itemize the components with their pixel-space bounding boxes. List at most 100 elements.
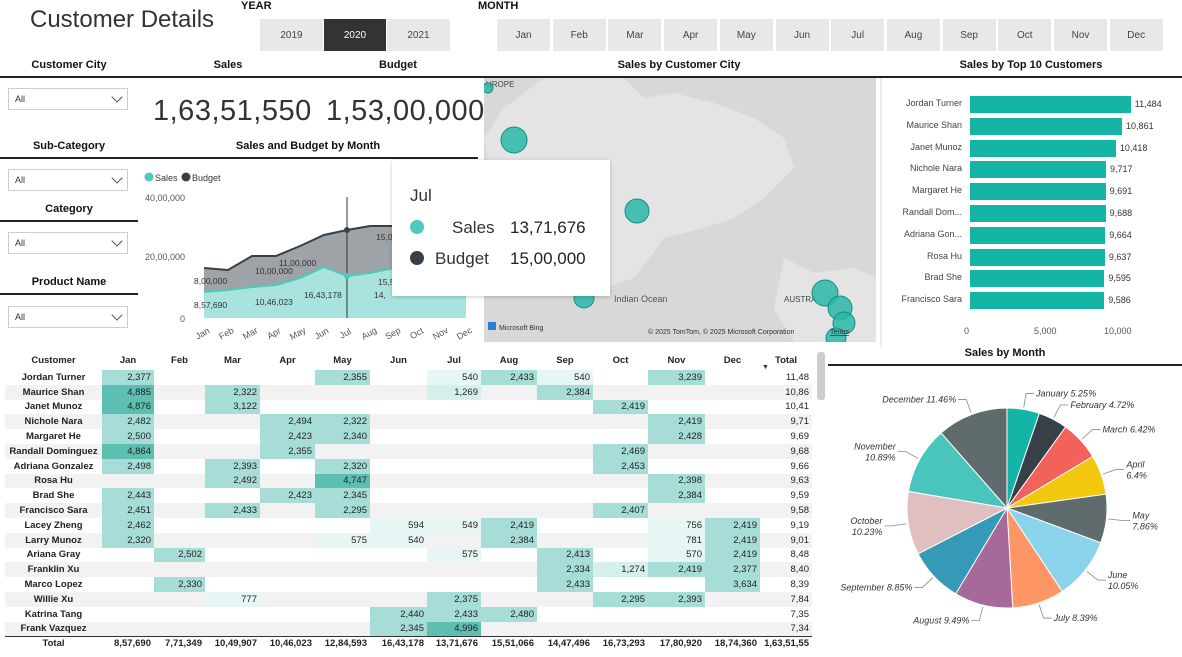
value-cell	[205, 370, 260, 385]
sales-by-month-pie[interactable]: January 5.25%February 4.72% March 6.42% Ap…	[828, 368, 1182, 655]
value-cell	[427, 488, 481, 503]
table-row[interactable]: Franklin Xu 2,334 1,274 2,419 2,377 8,40	[5, 562, 812, 578]
bar[interactable]	[970, 248, 1105, 266]
top10-bar-chart[interactable]: Jordan Turner 11,484 Maurice Shan 10,861 Jan…	[884, 96, 1182, 346]
year-2021-button[interactable]: 2021	[387, 19, 450, 51]
value-cell: 2,482	[102, 414, 154, 430]
value-cell	[260, 548, 315, 563]
table-row[interactable]: Larry Munoz 2,320 575 540 2,384 781 2,419 9,01	[5, 532, 812, 548]
table-row[interactable]: Jordan Turner 2,377 2,355 540 2,433 540 3,239 1…	[5, 370, 812, 385]
table-row[interactable]: Willie Xu 777 2,375 2,295 2,393 7,84	[5, 591, 812, 607]
bing-logo	[488, 322, 496, 330]
column-header[interactable]: Feb	[154, 350, 205, 370]
bar[interactable]	[970, 205, 1106, 222]
column-header[interactable]: Oct	[593, 350, 648, 370]
column-header[interactable]: Aug	[481, 350, 537, 370]
bar[interactable]	[970, 96, 1131, 113]
subcategory-dropdown[interactable]: All	[8, 169, 128, 191]
bar-category-label: Francisco Sara	[901, 294, 962, 305]
value-cell	[593, 370, 648, 385]
value-cell	[154, 488, 205, 503]
value-cell	[260, 370, 315, 385]
value-cell	[370, 459, 427, 474]
month-jan-button[interactable]: Jan	[497, 19, 550, 51]
table-row[interactable]: Marco Lopez 2,330 2,433 3,634 8,39	[5, 577, 812, 592]
month-sep-button[interactable]: Sep	[942, 19, 996, 51]
value-cell: 3,122	[205, 399, 260, 415]
table-row[interactable]: Katrina Tang 2,440 2,433 2,480 7,35	[5, 606, 812, 622]
value-cell	[370, 429, 427, 444]
year-2019-button[interactable]: 2019	[260, 19, 323, 51]
value-cell: 540	[427, 370, 481, 385]
value-cell	[315, 621, 370, 637]
table-row[interactable]: Frank Vazquez 2,345 4,996 7,34	[5, 621, 812, 637]
month-aug-button[interactable]: Aug	[886, 19, 940, 51]
bar[interactable]	[970, 183, 1106, 201]
value-cell	[154, 370, 205, 385]
column-header[interactable]: Nov	[648, 350, 705, 370]
ytick-label: 40,00,000	[145, 193, 185, 203]
value-cell	[593, 473, 648, 489]
column-header[interactable]: Mar	[205, 350, 260, 370]
city-dropdown[interactable]: All	[8, 88, 128, 110]
month-oct-button[interactable]: Oct	[998, 19, 1052, 51]
year-2020-button[interactable]: 2020	[324, 19, 386, 51]
table-row[interactable]: Francisco Sara 2,451 2,433 2,295 2,407 9,58	[5, 503, 812, 518]
column-header[interactable]: Customer	[5, 350, 102, 370]
column-header[interactable]: May	[315, 350, 370, 370]
value-cell	[705, 621, 760, 637]
table-row[interactable]: Janet Munoz 4,876 3,122 2,419 10,41	[5, 399, 812, 415]
tooltip-budget-value: 15,00,000	[510, 249, 586, 268]
month-feb-button[interactable]: Feb	[552, 19, 606, 51]
bar[interactable]	[970, 226, 1106, 244]
month-nov-button[interactable]: Nov	[1054, 19, 1107, 51]
table-row[interactable]: Randall Dominguez 4,864 2,355 2,469 9,68	[5, 443, 812, 459]
bar-category-label: Adriana Gon...	[903, 228, 962, 239]
pie-label: September 8.85%	[840, 582, 912, 592]
month-apr-button[interactable]: Apr	[664, 19, 718, 51]
table-row[interactable]: Ariana Gray 2,502 575 2,413 570 2,419 8,48	[5, 547, 812, 563]
product-dropdown[interactable]: All	[8, 306, 128, 328]
month-jul-button[interactable]: Jul	[831, 19, 885, 51]
value-cell: 2,419	[705, 532, 760, 548]
sort-desc-icon[interactable]: ▼	[762, 364, 769, 371]
value-cell: 2,494	[260, 414, 315, 430]
month-tick-label: Jan	[194, 325, 212, 341]
category-dropdown[interactable]: All	[8, 232, 128, 254]
column-header[interactable]: Jan	[102, 350, 154, 370]
customer-month-matrix[interactable]: Customer Jan Feb Mar Apr May Jun Jul Aug Sep Oct No…	[5, 350, 818, 650]
matrix-vertical-scrollbar[interactable]	[817, 352, 825, 400]
value-cell: 4,996	[427, 621, 481, 637]
table-row[interactable]: Nichole Nara 2,482 2,494 2,322 2,419 9,71	[5, 414, 812, 430]
value-cell	[205, 621, 260, 637]
value-cell	[481, 429, 537, 444]
month-dec-button[interactable]: Dec	[1109, 19, 1163, 51]
column-header[interactable]: Sep	[537, 350, 593, 370]
month-mar-button[interactable]: Mar	[608, 19, 662, 51]
column-header[interactable]: Jun	[370, 350, 427, 370]
customer-name-cell: Larry Munoz	[5, 532, 102, 548]
value-cell	[205, 607, 260, 622]
table-row[interactable]: Margaret He 2,500 2,423 2,340 2,428 9,69	[5, 429, 812, 444]
value-cell	[705, 370, 760, 385]
column-header[interactable]: Dec	[705, 350, 760, 370]
table-row[interactable]: Maurice Shan 4,885 2,322 1,269 2,384 10,86	[5, 384, 812, 400]
total-cell: 8,57,690	[102, 635, 154, 650]
table-row[interactable]: Lacey Zheng 2,462 594 549 2,419 756 2,419 9,19	[5, 517, 812, 533]
table-row[interactable]: Adriana Gonzalez 2,498 2,393 2,320 2,453 9,66	[5, 458, 812, 474]
table-row[interactable]: Rosa Hu 2,492 4,747 2,398 9,63	[5, 473, 812, 489]
bar[interactable]	[970, 139, 1116, 157]
column-header[interactable]: Jul	[427, 350, 481, 370]
value-cell	[154, 518, 205, 533]
month-jun-button[interactable]: Jun	[775, 19, 829, 51]
table-row[interactable]: Brad She 2,443 2,423 2,345 2,384 9,59	[5, 488, 812, 504]
bar[interactable]	[970, 270, 1105, 288]
value-cell	[593, 532, 648, 548]
bar[interactable]	[970, 161, 1107, 179]
column-header[interactable]: Apr	[260, 350, 315, 370]
bar[interactable]	[970, 292, 1105, 310]
month-may-button[interactable]: May	[719, 19, 773, 51]
bar[interactable]	[970, 117, 1123, 135]
value-cell: 2,451	[102, 503, 154, 518]
value-cell	[102, 621, 154, 637]
